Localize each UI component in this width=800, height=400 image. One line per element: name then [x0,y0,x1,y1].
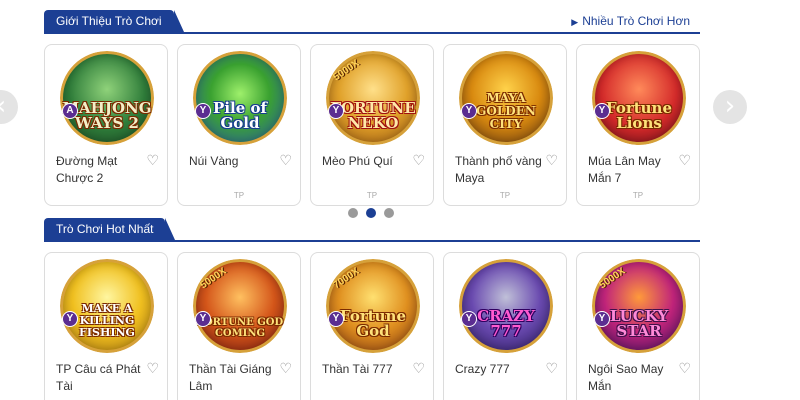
carousel-dot-1[interactable] [348,208,358,218]
game-showcase-page: Giới Thiệu Trò Chơi ▶ Nhiều Trò Chơi Hơn … [0,0,800,400]
heart-icon[interactable]: ♡ [545,153,558,169]
game-thumbnail: 7000X Fortune God Y [326,259,420,353]
provider-label: TP [499,191,511,200]
provider-badge: Y [195,103,211,119]
game-card-than-tai-777[interactable]: 7000X Fortune God Y Thần Tài 777 ♡ [310,252,434,400]
game-name: Mèo Phú Quí [322,154,393,168]
game-card-meo-phu-qui[interactable]: 5000X FORTUNE NEKO Y Mèo Phú Quí ♡ TP [310,44,434,206]
provider-badge: Y [594,103,610,119]
game-thumbnail: MAKE A KILLING FISHING Y [60,259,154,353]
game-thumbnail: Pile of Gold Y [193,51,287,145]
carousel-pagination [348,208,394,218]
game-thumbnail: CRAZY 777 Y [459,259,553,353]
game-card-duong-mat-chuoc-2[interactable]: MAHJONG WAYS 2 A Đường Mạt Chược 2 ♡ [44,44,168,206]
game-thumbnail: 5000X FORTUNE GOD COMING Y [193,259,287,353]
game-thumbnail: Fortune Lions Y [592,51,686,145]
provider-label: TP [366,191,378,200]
triangle-right-icon: ▶ [571,17,579,27]
heart-icon[interactable]: ♡ [279,361,292,377]
provider-badge: A [62,103,78,119]
section-title-intro: Giới Thiệu Trò Chơi [44,10,184,32]
heart-icon[interactable]: ♡ [146,361,159,377]
heart-icon[interactable]: ♡ [279,153,292,169]
heart-icon[interactable]: ♡ [678,153,691,169]
provider-badge: Y [195,311,211,327]
game-name: Đường Mạt Chược 2 [56,154,118,185]
game-name: Thành phố vàng Maya [455,154,542,185]
game-name: TP Câu cá Phát Tài [56,362,141,393]
provider-badge: Y [62,311,78,327]
heart-icon[interactable]: ♡ [545,361,558,377]
game-card-crazy-777[interactable]: CRAZY 777 Y Crazy 777 ♡ [443,252,567,400]
provider-label: TP [233,191,245,200]
game-thumbnail: MAHJONG WAYS 2 A [60,51,154,145]
provider-badge: Y [594,311,610,327]
game-card-than-tai-giang-lam[interactable]: 5000X FORTUNE GOD COMING Y Thần Tài Gián… [177,252,301,400]
game-name: Ngôi Sao May Mắn [588,362,664,393]
game-name: Thần Tài Giáng Lâm [189,362,272,393]
provider-label: TP [632,191,644,200]
game-card-nui-vang[interactable]: Pile of Gold Y Núi Vàng ♡ TP [177,44,301,206]
section-header-intro: Giới Thiệu Trò Chơi ▶ Nhiều Trò Chơi Hơn [44,10,700,34]
heart-icon[interactable]: ♡ [146,153,159,169]
more-games-link[interactable]: ▶ Nhiều Trò Chơi Hơn [571,14,690,28]
carousel-dot-3[interactable] [384,208,394,218]
heart-icon[interactable]: ♡ [412,361,425,377]
game-card-mua-lan-may-man-7[interactable]: Fortune Lions Y Múa Lân May Mắn 7 ♡ TP [576,44,700,206]
game-thumbnail: 5000X LUCKY STAR Y [592,259,686,353]
game-name: Thần Tài 777 [322,362,393,376]
game-thumbnail: MAYA GOLDEN CITY Y [459,51,553,145]
more-games-label: Nhiều Trò Chơi Hơn [582,14,690,28]
section-title-hot: Trò Chơi Hot Nhất [44,218,176,240]
heart-icon[interactable]: ♡ [412,153,425,169]
game-card-tp-cau-ca-phat-tai[interactable]: MAKE A KILLING FISHING Y TP Câu cá Phát … [44,252,168,400]
provider-badge: Y [461,103,477,119]
game-thumbnail: 5000X FORTUNE NEKO Y [326,51,420,145]
carousel-next-button[interactable]: › [713,90,747,124]
game-name: Crazy 777 [455,362,510,376]
provider-badge: Y [461,311,477,327]
heart-icon[interactable]: ♡ [678,361,691,377]
provider-badge: Y [328,103,344,119]
section-header-hot: Trò Chơi Hot Nhất [44,218,700,242]
game-card-thanh-pho-vang-maya[interactable]: MAYA GOLDEN CITY Y Thành phố vàng Maya ♡… [443,44,567,206]
game-name: Núi Vàng [189,154,239,168]
provider-badge: Y [328,311,344,327]
carousel-dot-2[interactable] [366,208,376,218]
game-card-ngoi-sao-may-man[interactable]: 5000X LUCKY STAR Y Ngôi Sao May Mắn ♡ [576,252,700,400]
carousel-prev-button[interactable]: ‹ [0,90,18,124]
game-name: Múa Lân May Mắn 7 [588,154,661,185]
